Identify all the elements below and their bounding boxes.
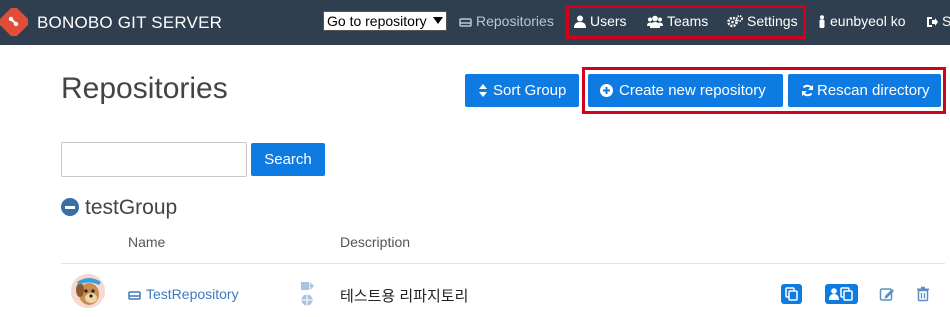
column-header-description[interactable]: Description — [340, 234, 410, 250]
nav-repositories[interactable]: Repositories — [459, 13, 554, 29]
dog-avatar-icon — [71, 274, 105, 308]
nav-user-profile[interactable]: eunbyeol ko — [818, 13, 906, 29]
group-name: testGroup — [85, 196, 178, 219]
repository-name: TestRepository — [146, 286, 239, 302]
table-divider — [61, 263, 945, 264]
bonobo-logo-icon[interactable] — [0, 8, 28, 36]
user-copy-icon — [829, 287, 853, 301]
nav-user-label: eunbyeol ko — [830, 13, 906, 29]
create-repository-button[interactable]: Create new repository — [588, 74, 783, 107]
go-to-repository-select[interactable]: Go to repository — [323, 11, 447, 31]
clone-url-button[interactable] — [781, 284, 802, 304]
nav-logout[interactable]: S — [926, 13, 950, 29]
top-navbar: BONOBO GIT SERVER Go to repository Repos… — [0, 0, 950, 45]
search-button[interactable]: Search — [251, 143, 325, 176]
highlight-box-admin-links — [566, 5, 806, 39]
nav-logout-label: S — [942, 13, 950, 29]
group-header[interactable]: testGroup — [61, 196, 177, 220]
globe-icon — [301, 294, 313, 306]
trash-icon[interactable] — [915, 286, 931, 302]
copy-icon — [785, 287, 798, 301]
rescan-directory-button[interactable]: Rescan directory — [788, 74, 941, 107]
repository-description: 테스트용 리파지토리 — [340, 288, 469, 305]
brand-name[interactable]: BONOBO GIT SERVER — [37, 13, 222, 33]
create-repository-label: Create new repository — [619, 82, 766, 99]
person-icon — [819, 15, 825, 28]
repository-icon — [459, 18, 472, 27]
sort-group-button[interactable]: Sort Group — [465, 74, 579, 107]
chevron-down-icon — [433, 17, 443, 24]
sign-out-icon — [927, 17, 938, 27]
rescan-directory-label: Rescan directory — [817, 82, 930, 99]
page-title: Repositories — [61, 72, 228, 105]
column-header-name[interactable]: Name — [128, 234, 165, 250]
push-arrow-icon — [301, 282, 314, 290]
edit-icon[interactable] — [879, 286, 895, 302]
sort-icon — [479, 84, 487, 97]
plus-circle-icon — [600, 84, 613, 97]
collapse-minus-icon[interactable] — [61, 198, 79, 216]
refresh-icon — [802, 84, 813, 97]
nav-repositories-label: Repositories — [476, 13, 554, 29]
search-input[interactable] — [61, 142, 247, 177]
repository-avatar — [71, 274, 105, 308]
clone-with-user-button[interactable] — [825, 284, 858, 304]
sort-group-label: Sort Group — [493, 82, 567, 99]
repository-icon — [128, 291, 141, 300]
repository-link[interactable]: TestRepository — [128, 286, 239, 302]
repo-status-icons — [301, 282, 314, 306]
go-to-repository-label: Go to repository — [327, 13, 427, 29]
